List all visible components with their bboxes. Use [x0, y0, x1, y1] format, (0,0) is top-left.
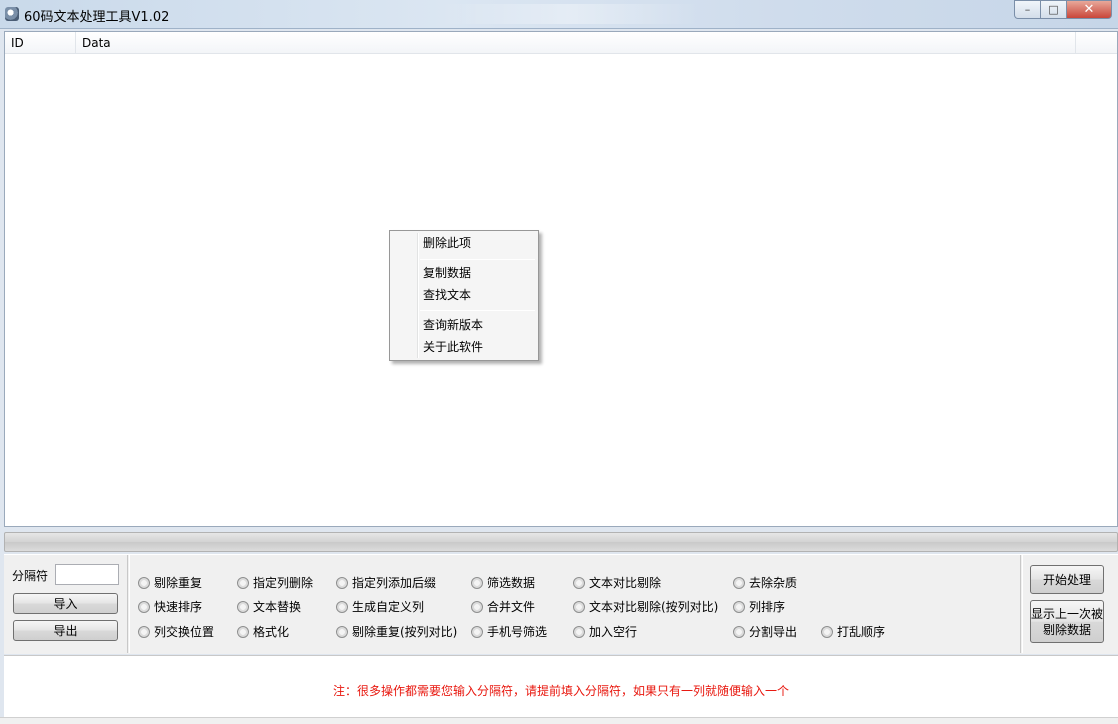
- option-split-export[interactable]: 分割导出: [733, 623, 797, 640]
- close-icon: ✕: [1083, 2, 1095, 17]
- radio-icon: [733, 625, 745, 638]
- show-last-removed-button[interactable]: 显示上一次被剔除数据: [1030, 600, 1104, 643]
- option-phone-filter[interactable]: 手机号筛选: [471, 623, 547, 640]
- option-filter-data[interactable]: 筛选数据: [471, 574, 535, 591]
- radio-icon: [138, 600, 150, 613]
- radio-icon: [237, 600, 249, 613]
- radio-icon: [237, 625, 249, 638]
- maximize-button[interactable]: □: [1041, 0, 1067, 19]
- window-title: 60码文本处理工具V1.02: [24, 10, 170, 25]
- option-column-sort[interactable]: 列排序: [733, 598, 785, 615]
- option-quick-sort[interactable]: 快速排序: [138, 598, 202, 615]
- radio-icon: [573, 576, 585, 589]
- option-remove-impurities[interactable]: 去除杂质: [733, 574, 797, 591]
- option-custom-column[interactable]: 生成自定义列: [336, 598, 424, 615]
- maximize-icon: □: [1048, 3, 1059, 16]
- minimize-button[interactable]: –: [1014, 0, 1041, 19]
- radio-icon: [471, 600, 483, 613]
- column-header-id[interactable]: ID: [5, 32, 76, 54]
- radio-icon: [336, 625, 348, 638]
- start-processing-button[interactable]: 开始处理: [1030, 565, 1104, 594]
- progress-bar: [4, 532, 1118, 552]
- menu-item-about[interactable]: 关于此软件: [423, 336, 533, 358]
- option-format[interactable]: 格式化: [237, 623, 289, 640]
- status-strip: [0, 717, 1118, 724]
- hint-note: 注：很多操作都需要您输入分隔符，请提前填入分隔符，如果只有一列就随便输入一个: [332, 684, 789, 698]
- title-bar: 60码文本处理工具V1.02 – □ ✕: [0, 0, 1118, 29]
- radio-icon: [138, 576, 150, 589]
- menu-item-copy[interactable]: 复制数据: [423, 262, 533, 284]
- option-add-blank-lines[interactable]: 加入空行: [573, 623, 637, 640]
- close-button[interactable]: ✕: [1067, 0, 1112, 19]
- option-remove-duplicates[interactable]: 剔除重复: [138, 574, 202, 591]
- radio-icon: [733, 600, 745, 613]
- option-text-replace[interactable]: 文本替换: [237, 598, 301, 615]
- menu-separator: [420, 310, 535, 311]
- menu-item-find[interactable]: 查找文本: [423, 284, 533, 306]
- control-panel: 分隔符 导入 导出 剔除重复 指定列删除 指定列添加后缀 筛选数据 文本对比剔除…: [4, 554, 1118, 654]
- action-group: 开始处理 显示上一次被剔除数据: [1022, 555, 1118, 653]
- data-listview[interactable]: ID Data: [4, 31, 1118, 527]
- window-controls: – □ ✕: [1014, 0, 1112, 20]
- note-panel: 注：很多操作都需要您输入分隔符，请提前填入分隔符，如果只有一列就随便输入一个: [4, 655, 1118, 717]
- option-delete-column[interactable]: 指定列删除: [237, 574, 313, 591]
- option-add-suffix[interactable]: 指定列添加后缀: [336, 574, 436, 591]
- export-button[interactable]: 导出: [13, 620, 118, 641]
- option-text-compare-remove[interactable]: 文本对比剔除: [573, 574, 661, 591]
- import-button[interactable]: 导入: [13, 593, 118, 614]
- minimize-icon: –: [1024, 3, 1031, 16]
- menu-item-check-update[interactable]: 查询新版本: [423, 314, 533, 336]
- radio-icon: [138, 625, 150, 638]
- separator-input[interactable]: [55, 564, 119, 585]
- radio-icon: [336, 600, 348, 613]
- blurred-background: [440, 4, 700, 24]
- separator-label: 分隔符: [12, 569, 49, 583]
- option-swap-columns[interactable]: 列交换位置: [138, 623, 214, 640]
- option-text-compare-by-column[interactable]: 文本对比剔除(按列对比): [573, 598, 718, 615]
- radio-icon: [336, 576, 348, 589]
- radio-icon: [733, 576, 745, 589]
- column-header-data[interactable]: Data: [76, 32, 1076, 54]
- context-menu: 删除此项 复制数据 查找文本 查询新版本 关于此软件: [389, 230, 539, 361]
- radio-icon: [471, 625, 483, 638]
- io-group: 分隔符 导入 导出: [4, 555, 128, 653]
- radio-icon: [573, 625, 585, 638]
- radio-icon: [237, 576, 249, 589]
- listview-header: ID Data: [5, 32, 1117, 54]
- option-merge-files[interactable]: 合并文件: [471, 598, 535, 615]
- menu-item-delete[interactable]: 删除此项: [423, 232, 533, 254]
- radio-icon: [573, 600, 585, 613]
- option-shuffle-order[interactable]: 打乱顺序: [821, 623, 885, 640]
- operation-options-group: 剔除重复 指定列删除 指定列添加后缀 筛选数据 文本对比剔除 去除杂质 快速排序…: [129, 555, 1021, 653]
- app-icon: [5, 7, 19, 21]
- menu-separator: [420, 259, 535, 260]
- radio-icon: [471, 576, 483, 589]
- radio-icon: [821, 625, 833, 638]
- option-remove-duplicates-by-column[interactable]: 剔除重复(按列对比): [336, 623, 457, 640]
